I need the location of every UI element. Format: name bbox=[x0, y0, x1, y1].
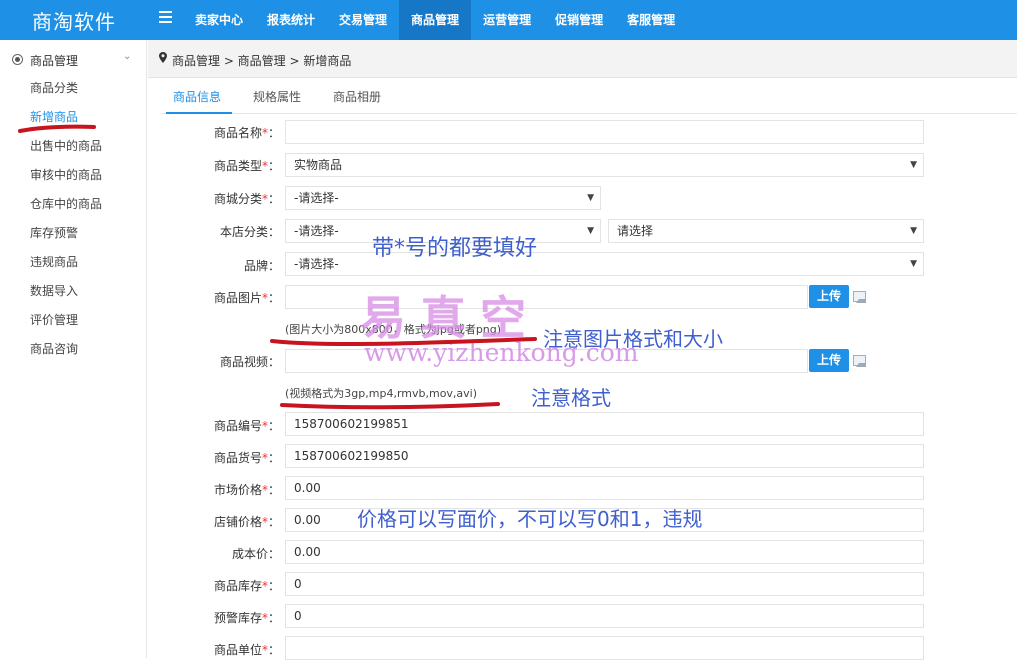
nav-customer-service[interactable]: 客服管理 bbox=[615, 0, 687, 40]
goods-video-label: 商品视频： bbox=[219, 355, 280, 369]
goods-type-select[interactable]: 实物商品 ▼ bbox=[285, 153, 924, 177]
dropdown-arrow-icon: ▼ bbox=[587, 226, 594, 236]
breadcrumb: 商品管理 > 商品管理 > 新增商品 bbox=[172, 54, 352, 68]
dropdown-arrow-icon: ▼ bbox=[910, 226, 917, 236]
breadcrumb-bar: 商品管理 > 商品管理 > 新增商品 bbox=[148, 40, 1017, 78]
tab-goods-album[interactable]: 商品相册 bbox=[333, 88, 381, 105]
video-preview-icon[interactable] bbox=[853, 355, 866, 367]
location-pin-icon bbox=[159, 52, 167, 63]
sidebar-item-reviews[interactable]: 评价管理 bbox=[30, 310, 102, 339]
warn-stock-input[interactable]: 0 bbox=[285, 604, 924, 628]
tab-bar: 商品信息 规格属性 商品相册 bbox=[161, 80, 1017, 114]
shop-subcategory-select[interactable]: 请选择 ▼ bbox=[608, 219, 924, 243]
goods-type-label: 商品类型*： bbox=[213, 159, 280, 173]
annotation-image-note: 注意图片格式和大小 bbox=[543, 327, 723, 351]
nav-promotions[interactable]: 促销管理 bbox=[543, 0, 615, 40]
dropdown-arrow-icon: ▼ bbox=[910, 160, 917, 170]
goods-no-input[interactable]: 158700602199850 bbox=[285, 444, 924, 468]
nav-goods[interactable]: 商品管理 bbox=[399, 0, 472, 40]
market-price-label: 市场价格*： bbox=[213, 483, 280, 497]
nav-operations[interactable]: 运营管理 bbox=[471, 0, 543, 40]
underline-video-hint bbox=[280, 402, 500, 410]
mall-category-select[interactable]: -请选择- ▼ bbox=[285, 186, 601, 210]
stock-label: 商品库存*： bbox=[213, 579, 280, 593]
radio-bullet-icon bbox=[12, 54, 23, 65]
tab-goods-info[interactable]: 商品信息 bbox=[173, 88, 221, 105]
main-nav: 卖家中心 报表统计 交易管理 商品管理 运营管理 促销管理 客服管理 bbox=[183, 0, 687, 40]
nav-reports[interactable]: 报表统计 bbox=[255, 0, 327, 40]
goods-sn-label: 商品编号*： bbox=[213, 419, 280, 433]
nav-trade[interactable]: 交易管理 bbox=[327, 0, 399, 40]
hamburger-menu-icon[interactable] bbox=[159, 11, 172, 25]
sidebar-section-label: 商品管理 bbox=[30, 54, 79, 68]
goods-image-label: 商品图片*： bbox=[213, 291, 280, 305]
video-format-hint: (视频格式为3gp,mp4,rmvb,mov,avi) bbox=[285, 387, 478, 400]
chevron-down-icon[interactable]: ⌄ bbox=[123, 51, 131, 62]
tab-spec-attributes[interactable]: 规格属性 bbox=[253, 88, 301, 105]
annotation-price-note: 价格可以写面价，不可以写0和1，违规 bbox=[357, 507, 703, 531]
stock-input[interactable]: 0 bbox=[285, 572, 924, 596]
goods-name-input[interactable] bbox=[285, 120, 924, 144]
annotation-video-note: 注意格式 bbox=[531, 386, 611, 410]
shop-price-label: 店铺价格*： bbox=[213, 515, 280, 529]
cost-price-label: 成本价： bbox=[231, 547, 280, 561]
market-price-input[interactable]: 0.00 bbox=[285, 476, 924, 500]
goods-sn-input[interactable]: 158700602199851 bbox=[285, 412, 924, 436]
video-upload-button[interactable]: 上传 bbox=[809, 349, 849, 372]
image-preview-icon[interactable] bbox=[853, 291, 866, 303]
sidebar-item-category[interactable]: 商品分类 bbox=[30, 78, 102, 107]
brand-label: 品牌： bbox=[243, 259, 280, 273]
brand-logo[interactable]: 商淘软件 bbox=[32, 6, 116, 35]
image-upload-button[interactable]: 上传 bbox=[809, 285, 849, 308]
unit-input[interactable] bbox=[285, 636, 924, 660]
dropdown-arrow-icon: ▼ bbox=[587, 193, 594, 203]
nav-seller-center[interactable]: 卖家中心 bbox=[183, 0, 255, 40]
goods-no-label: 商品货号*： bbox=[213, 451, 280, 465]
warn-stock-label: 预警库存*： bbox=[213, 611, 280, 625]
sidebar-section-goods[interactable]: 商品管理 ⌄ bbox=[0, 50, 147, 70]
shop-category-label: 本店分类： bbox=[219, 225, 280, 239]
top-navbar: 商淘软件 卖家中心 报表统计 交易管理 商品管理 运营管理 促销管理 客服管理 bbox=[0, 0, 1017, 40]
unit-label: 商品单位*： bbox=[213, 643, 280, 657]
goods-name-label: 商品名称*： bbox=[213, 126, 280, 140]
annotation-required-note: 带*号的都要填好 bbox=[372, 236, 538, 261]
active-tab-indicator bbox=[166, 112, 232, 114]
dropdown-arrow-icon: ▼ bbox=[910, 259, 917, 269]
mall-category-label: 商城分类*： bbox=[213, 192, 280, 206]
cost-price-input[interactable]: 0.00 bbox=[285, 540, 924, 564]
